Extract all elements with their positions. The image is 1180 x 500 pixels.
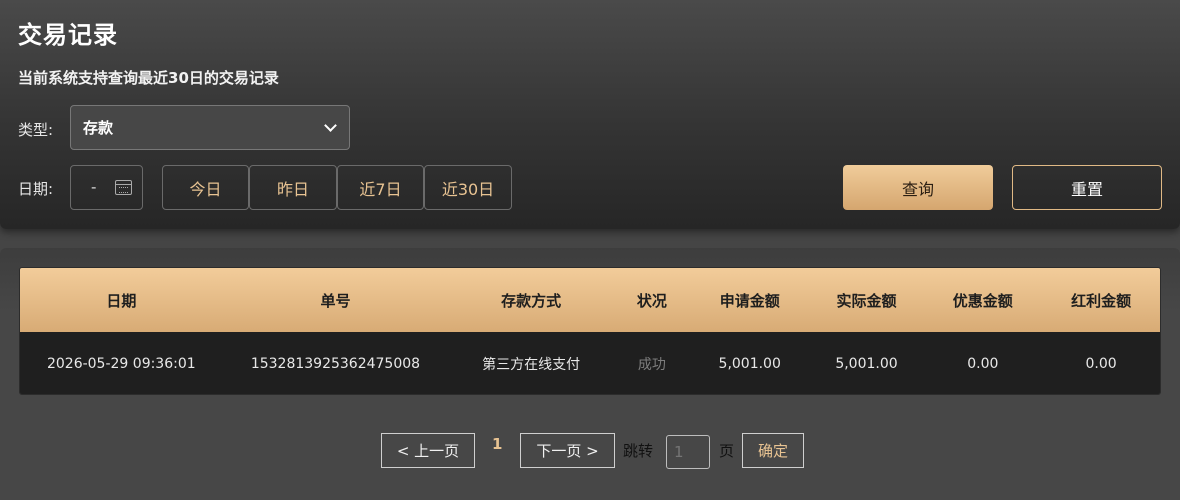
cell-requested-amount: 5,001.00: [718, 356, 781, 372]
jump-label: 跳转: [623, 442, 654, 460]
column-header-actual-amount: 实际金额: [836, 291, 897, 310]
chevron-down-icon: [324, 118, 337, 132]
query-notice: 当前系统支持查询最近30日的交易记录: [18, 69, 279, 87]
cell-bonus-amount: 0.00: [1085, 356, 1117, 372]
type-label: 类型:: [18, 121, 54, 139]
last-7-days-button[interactable]: 近7日: [337, 165, 424, 210]
date-label: 日期:: [18, 180, 54, 198]
date-range-input[interactable]: -: [70, 165, 143, 210]
page-title: 交易记录: [18, 21, 118, 49]
type-select-value: 存款: [83, 119, 114, 137]
column-header-discount-amount: 优惠金额: [952, 291, 1013, 310]
table-row: 2026-05-29 09:36:01 1532813925362475008 …: [20, 332, 1160, 394]
page-unit-label: 页: [719, 442, 735, 460]
jump-page-input[interactable]: [666, 435, 710, 469]
confirm-jump-button[interactable]: 确定: [742, 433, 804, 468]
prev-page-button[interactable]: < 上一页: [381, 433, 475, 468]
query-button[interactable]: 查询: [843, 165, 993, 210]
column-header-method: 存款方式: [501, 291, 562, 310]
cell-actual-amount: 5,001.00: [835, 356, 898, 372]
last-30-days-button[interactable]: 近30日: [424, 165, 512, 210]
column-header-date: 日期: [106, 291, 137, 310]
column-header-status: 状况: [636, 291, 667, 310]
next-page-button[interactable]: 下一页 >: [520, 433, 615, 468]
type-select[interactable]: 存款: [70, 105, 350, 150]
transactions-table: 日期 单号 存款方式 状况 申请金额 实际金额 优惠金额 红利金额 2026-0…: [19, 267, 1161, 395]
today-button[interactable]: 今日: [162, 165, 249, 210]
cell-order-no: 1532813925362475008: [250, 356, 421, 372]
yesterday-button[interactable]: 昨日: [249, 165, 337, 210]
cell-method: 第三方在线支付: [482, 357, 581, 373]
date-range-separator: -: [91, 178, 97, 196]
status-badge: 成功: [637, 357, 666, 373]
column-header-requested-amount: 申请金额: [719, 291, 780, 310]
reset-button[interactable]: 重置: [1012, 165, 1162, 210]
column-header-bonus-amount: 红利金额: [1071, 291, 1132, 310]
column-header-order-no: 单号: [320, 291, 351, 310]
current-page[interactable]: 1: [492, 435, 502, 453]
table-header: 日期 单号 存款方式 状况 申请金额 实际金额 优惠金额 红利金额: [20, 268, 1160, 332]
calendar-icon: [115, 180, 132, 195]
cell-discount-amount: 0.00: [967, 356, 999, 372]
cell-date: 2026-05-29 09:36:01: [46, 356, 196, 372]
